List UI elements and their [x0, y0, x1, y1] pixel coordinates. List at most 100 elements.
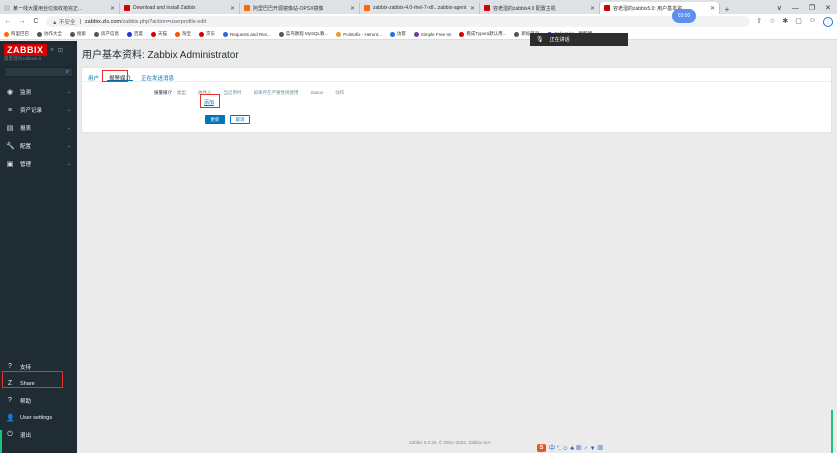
bookmark-label: 淘宝	[182, 31, 191, 36]
browser-tab[interactable]: Download and install Zabbix ✕	[120, 2, 240, 14]
tab-favicon-icon	[124, 5, 130, 11]
bookmark-label: 菜鸟教程 MySQL教...	[285, 31, 329, 36]
form-tabs: 用户 报警媒介 正在发送消息	[82, 68, 831, 82]
close-tab-icon[interactable]: ✕	[470, 5, 475, 12]
bookmark-item[interactable]: 看成Typora默认用...	[459, 31, 506, 37]
bookmark-favicon-icon	[223, 31, 228, 37]
reload-icon[interactable]: C	[32, 18, 40, 25]
browser-tab[interactable]: zabbix-zabbix-4.0-rhel-7-x8...zabbix-age…	[360, 2, 480, 14]
bookmark-label: 京东	[206, 31, 215, 36]
tab-favicon-icon	[604, 5, 610, 11]
url-input[interactable]: ▲ 不安全 | zabbix.zls.com/zabbix.php?action…	[46, 16, 751, 27]
bookmark-item[interactable]: 天猫	[151, 31, 167, 37]
close-tab-icon[interactable]: ✕	[590, 5, 595, 12]
bookmark-item[interactable]: 访客	[389, 31, 406, 37]
bookmark-item[interactable]: Requests and Res...	[223, 31, 271, 37]
bookmark-favicon-icon	[389, 31, 395, 37]
browser-tab[interactable]: 某一线大厦用丝垃圾收拾完正... ✕	[0, 2, 120, 14]
media-column-header: 当启用时	[223, 90, 242, 95]
sidebar-item[interactable]: ? 支持	[0, 358, 77, 375]
browser-tab[interactable]: 容老湿的zabbix5.0: 用户基本资 ✕	[600, 2, 720, 14]
menu-icon[interactable]: ⋮	[823, 16, 833, 27]
media-column-header: 收件人	[198, 90, 212, 95]
close-tab-icon[interactable]: ✕	[110, 5, 115, 12]
extension-icon[interactable]: ✱	[782, 17, 788, 27]
sidebar-item-label: 支持	[20, 364, 32, 371]
recording-timer[interactable]: 03:00	[672, 9, 696, 23]
bookmark-item[interactable]: 淘宝	[175, 31, 191, 37]
tab-search-icon[interactable]: ∨	[777, 4, 782, 12]
microphone-icon: 🎙	[536, 37, 544, 43]
add-media-link[interactable]: 添加	[204, 99, 214, 106]
chevron-down-icon: ⌄	[66, 143, 71, 149]
maximize-icon[interactable]: ❐	[809, 4, 815, 12]
collapse-sidebar-icon[interactable]: «	[51, 47, 54, 53]
zabbix-logo[interactable]: ZABBIX	[4, 44, 47, 56]
bookmark-item[interactable]: 阿里巴巴	[4, 31, 29, 37]
bookmark-item[interactable]: 菜鸟教程 MySQL教...	[278, 31, 329, 37]
sidebar-item-label: 监测	[20, 90, 32, 96]
chevron-down-icon: ⌄	[66, 89, 71, 95]
browser-tab[interactable]: 容老湿的zabbix4.0 配置主机 ✕	[480, 2, 600, 14]
ime-label: 中 °, ☺ ♣ ▦ ♂ ▼ ▦	[549, 446, 604, 452]
bookmark-label: Simple Free Im	[420, 31, 452, 37]
bookmark-item[interactable]: 搜索	[70, 31, 86, 37]
sidebar-item[interactable]: 👤 User settings	[0, 409, 77, 426]
bookmark-item[interactable]: 房产信息	[94, 31, 119, 37]
sidebar-item[interactable]: ◉ 监测 ⌄	[0, 83, 77, 101]
sidebar-item-label: User settings	[20, 414, 53, 421]
sidebar-item-icon: 👤	[6, 414, 15, 422]
browser-tab[interactable]: 阿里巴巴开源镜像站-OPSX镜像 ✕	[240, 2, 360, 14]
search-icon[interactable]: ⌕	[66, 69, 69, 76]
new-tab-button[interactable]: +	[720, 5, 734, 14]
tab-messaging[interactable]: 正在发送消息	[139, 72, 176, 82]
sidebar-search-input[interactable]: ⌕	[4, 67, 73, 77]
sidebar-item[interactable]: ? 帮助	[0, 392, 77, 409]
window-controls: ∨ — ❐ ✕	[777, 2, 837, 14]
close-tab-icon[interactable]: ✕	[710, 5, 715, 12]
tab-media[interactable]: 报警媒介	[107, 72, 134, 82]
sidebar-item[interactable]: 🔧 配置 ⌄	[0, 137, 77, 155]
tab-favicon-icon	[4, 5, 10, 11]
close-tab-icon[interactable]: ✕	[350, 5, 355, 12]
ime-toolbar[interactable]: S 中 °, ☺ ♣ ▦ ♂ ▼ ▦	[537, 443, 603, 452]
bookmark-label: 搜索	[77, 31, 86, 36]
bookmark-item[interactable]: 协作大全	[37, 31, 62, 37]
minimize-icon[interactable]: —	[792, 5, 799, 12]
forward-icon[interactable]: →	[18, 18, 26, 25]
bookmark-item[interactable]: Pointofix - Herunt...	[336, 31, 382, 37]
bookmark-item[interactable]: Simple Free Im	[413, 31, 452, 37]
sidebar-item[interactable]: Z Share	[0, 375, 77, 392]
tab-title: 阿里巴巴开源镜像站-OPSX镜像	[253, 5, 324, 12]
cancel-button[interactable]: 取消	[230, 115, 250, 124]
account-icon[interactable]: ☺	[809, 17, 816, 27]
close-tab-icon[interactable]: ✕	[230, 5, 235, 12]
sidebar-item[interactable]: ⏻ 退出	[0, 426, 77, 443]
insecure-indicator[interactable]: ▲ 不安全	[52, 18, 75, 26]
server-name: 容老湿的zabbix5.0	[4, 56, 42, 61]
back-icon[interactable]: ←	[4, 18, 12, 25]
kiosk-icon[interactable]: ⊡	[58, 47, 63, 54]
bookmark-item[interactable]: 京东	[199, 31, 215, 37]
star-icon[interactable]: ☆	[769, 17, 775, 27]
update-button[interactable]: 更新	[205, 115, 225, 124]
share-icon[interactable]: ⇪	[756, 17, 762, 27]
bookmark-favicon-icon	[127, 31, 132, 37]
sidebar-item-label: 资产记录	[20, 108, 43, 114]
screen-sharing-indicator[interactable]: 🎙 正在讲话	[530, 33, 628, 46]
bookmark-item[interactable]: 百度	[127, 31, 143, 37]
window-edge-right	[831, 410, 833, 453]
bookmark-favicon-icon	[151, 31, 156, 37]
close-window-icon[interactable]: ✕	[825, 4, 831, 12]
sidepanel-icon[interactable]: ▢	[795, 17, 802, 27]
sogou-icon[interactable]: S	[537, 443, 546, 452]
sidebar-item[interactable]: ▣ 管理 ⌄	[0, 155, 77, 173]
sidebar-item[interactable]: ≡ 资产记录 ⌄	[0, 101, 77, 119]
media-column-header: 动作	[335, 90, 345, 95]
tab-user[interactable]: 用户	[86, 72, 101, 82]
url-host: zabbix.zls.com	[84, 18, 121, 25]
sidebar: ZABBIX « ⊡ 容老湿的zabbix5.0 ⌕ ◉ 监测 ⌄ ≡ 资产记录 ⌄ ▤ 报表…	[0, 41, 77, 453]
bookmarks-bar: 阿里巴巴 协作大全 搜索 房产信息 百度 天猫 淘宝 京东 Requests and Res..…	[0, 29, 837, 40]
bookmark-favicon-icon	[514, 31, 520, 37]
sidebar-item[interactable]: ▤ 报表 ⌄	[0, 119, 77, 137]
